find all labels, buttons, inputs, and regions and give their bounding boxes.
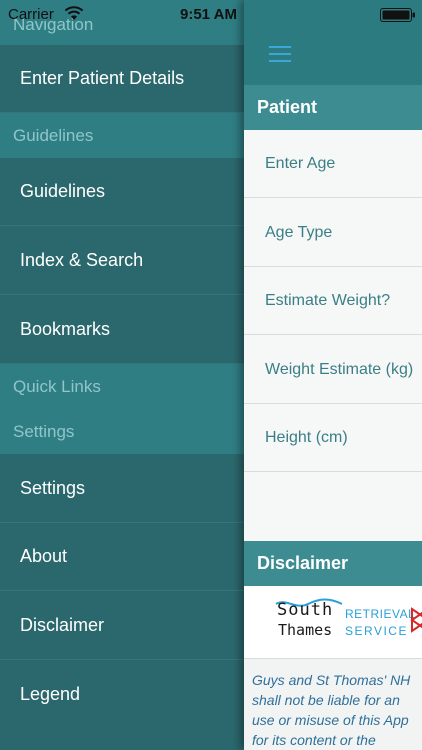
menu-item-bookmarks[interactable]: Bookmarks [0,295,244,364]
age-type-field[interactable]: Age Type [244,199,422,267]
section-header-guidelines: Guidelines [0,113,244,158]
hamburger-menu-icon[interactable] [269,44,291,64]
main-panel: Patient Enter Age Age Type Estimate Weig… [244,0,422,750]
menu-item-guidelines[interactable]: Guidelines [0,158,244,226]
red-triangle-mark-icon [410,607,422,633]
south-thames-retrieval-logo: South Thames RETRIEVAL SERVICE [244,586,422,659]
section-header-quick-links: Quick Links [0,364,244,409]
menu-item-index-search[interactable]: Index & Search [0,226,244,295]
logo-line2: Thames [278,621,333,639]
logo-retrieval: RETRIEVAL [345,607,416,621]
battery-icon [380,8,415,22]
disclaimer-line: Guys and St Thomas' NH [252,672,411,688]
disclaimer-line: use or misuse of this App [252,712,409,728]
menu-item-disclaimer[interactable]: Disclaimer [0,591,244,660]
menu-item-about[interactable]: About [0,523,244,591]
logo-line1: South [277,600,334,620]
menu-item-legend[interactable]: Legend [0,660,244,728]
section-header-settings: Settings [0,409,244,454]
disclaimer-text: Guys and St Thomas' NH shall not be liab… [252,670,422,750]
disclaimer-line: for its content or the [252,732,376,748]
height-field[interactable]: Height (cm) [244,404,422,472]
status-time: 9:51 AM [180,6,237,23]
status-bar: Carrier 9:51 AM [0,0,422,30]
patient-form: Enter Age Age Type Estimate Weight? Weig… [244,130,422,542]
enter-age-field[interactable]: Enter Age [244,130,422,198]
weight-estimate-field[interactable]: Weight Estimate (kg) [244,336,422,404]
side-menu: Navigation Enter Patient Details Guideli… [0,0,244,750]
app-screen: Carrier 9:51 AM Navigation Enter Patient… [0,0,422,750]
menu-item-enter-patient-details[interactable]: Enter Patient Details [0,45,244,113]
carrier-label: Carrier [8,6,54,23]
wifi-icon [64,6,84,20]
patient-section-header: Patient [244,85,422,130]
disclaimer-line: shall not be liable for an [252,692,400,708]
disclaimer-section-header: Disclaimer [244,541,422,586]
estimate-weight-field[interactable]: Estimate Weight? [244,267,422,335]
logo-service: SERVICE [345,624,408,638]
menu-item-settings[interactable]: Settings [0,454,244,523]
